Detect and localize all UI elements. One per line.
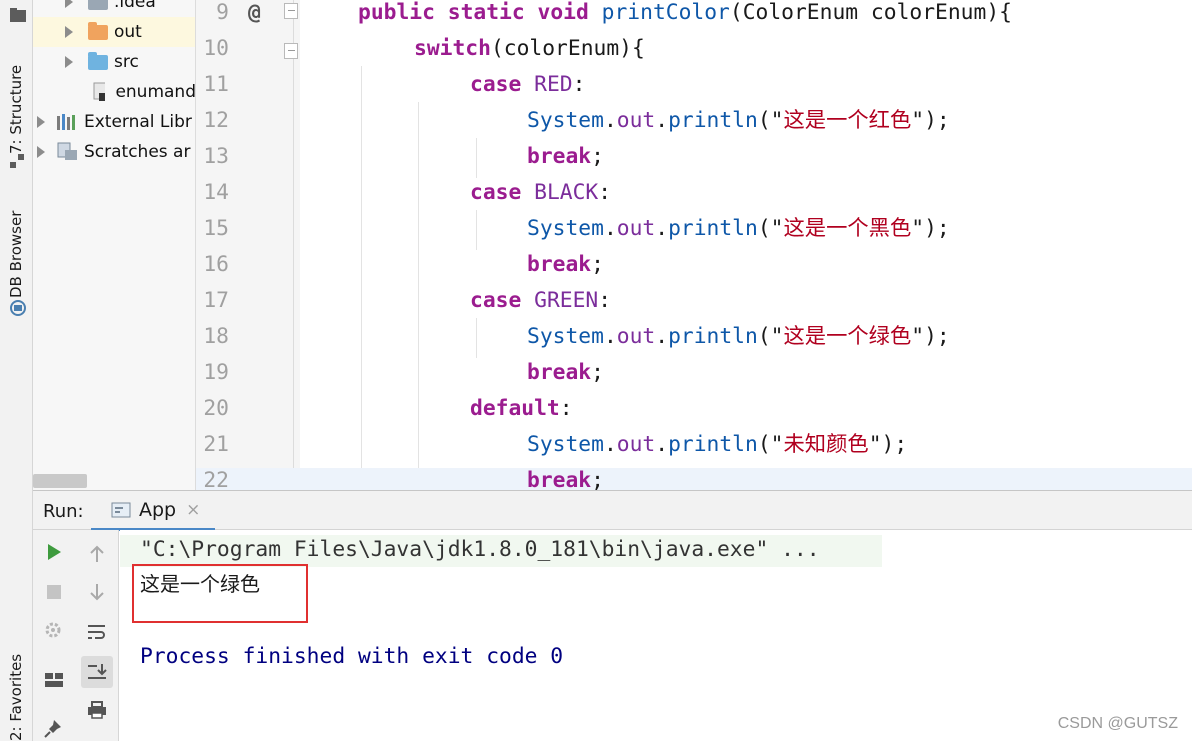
- line-number: 21: [203, 432, 229, 457]
- pin-icon: [44, 720, 61, 738]
- watermark: CSDN @GUTSZ: [1057, 715, 1178, 732]
- layout-button[interactable]: [40, 666, 68, 694]
- line-number: 18: [203, 324, 229, 349]
- arrow-up-icon: [90, 545, 104, 562]
- run-tab-app[interactable]: App ×: [91, 491, 215, 531]
- line-number: 10: [203, 36, 229, 61]
- code-line-current: 22 break;: [196, 468, 1192, 490]
- soft-wrap-icon: [88, 625, 105, 639]
- tree-item-out[interactable]: out: [33, 17, 195, 47]
- library-icon: [57, 114, 75, 130]
- console-command-line: "C:\Program Files\Java\jdk1.8.0_181\bin\…: [120, 535, 882, 567]
- print-icon: [88, 701, 106, 719]
- expand-arrow-icon[interactable]: [37, 116, 45, 128]
- gear-icon: [45, 622, 61, 638]
- line-number: 19: [203, 360, 229, 385]
- override-marker[interactable]: @: [248, 0, 261, 28]
- project-folder-icon[interactable]: [10, 8, 26, 22]
- scroll-to-end-icon: [88, 664, 107, 679]
- code-line: 18 System.out.println("这是一个绿色");: [196, 324, 1192, 360]
- code-line: 17 case GREEN:: [196, 288, 1192, 324]
- fold-marker-icon[interactable]: [284, 43, 298, 59]
- folder-icon: [88, 51, 108, 70]
- debug-settings-button[interactable]: [40, 616, 68, 644]
- line-number: 14: [203, 180, 229, 205]
- fold-marker-icon[interactable]: [284, 3, 298, 19]
- code-line: 10 switch(colorEnum){: [196, 36, 1192, 72]
- tree-item-label: .idea: [114, 0, 156, 12]
- layout-icon: [45, 673, 63, 687]
- line-number: 22: [203, 468, 229, 490]
- line-number: 17: [203, 288, 229, 313]
- structure-icon: [10, 154, 24, 168]
- expand-arrow-icon[interactable]: [65, 0, 73, 8]
- favorites-tab[interactable]: 2: Favorites: [7, 654, 25, 741]
- code-editor[interactable]: 9 @ public static void printColor(ColorE…: [196, 0, 1192, 490]
- code-line: 20 default:: [196, 396, 1192, 432]
- run-label: Run:: [43, 501, 84, 522]
- code-line: 11 case RED:: [196, 72, 1192, 108]
- project-tree-panel: .idea out src enumand External Libr Scra…: [33, 0, 196, 490]
- code-line: 14 case BLACK:: [196, 180, 1192, 216]
- code-line: 19 break;: [196, 360, 1192, 396]
- pin-tab-button[interactable]: [40, 714, 68, 741]
- run-toolbar: [33, 530, 119, 741]
- code-line: 9 @ public static void printColor(ColorE…: [196, 0, 1192, 36]
- expand-arrow-icon[interactable]: [65, 56, 73, 68]
- console-output[interactable]: "C:\Program Files\Java\jdk1.8.0_181\bin\…: [120, 530, 1192, 741]
- line-number: 20: [203, 396, 229, 421]
- code-line: 12 System.out.println("这是一个红色");: [196, 108, 1192, 144]
- run-tool-window-header: Run: App ×: [33, 490, 1192, 531]
- code-line: 21 System.out.println("未知颜色");: [196, 432, 1192, 468]
- console-icon: [111, 502, 131, 517]
- print-button[interactable]: [83, 696, 111, 724]
- tree-item-label: Scratches ar: [84, 142, 191, 162]
- folder-icon: [88, 21, 108, 40]
- line-number: 15: [203, 216, 229, 241]
- arrow-down-icon: [90, 584, 104, 601]
- run-tab-label: App: [139, 498, 177, 521]
- highlight-box: [132, 564, 308, 623]
- tree-item-enumand[interactable]: enumand: [33, 77, 196, 107]
- close-tab-icon[interactable]: ×: [186, 500, 200, 520]
- structure-tab[interactable]: 7: Structure: [7, 58, 25, 154]
- play-icon: [48, 544, 61, 560]
- tree-item-label: enumand: [115, 82, 196, 102]
- code-line: 13 break;: [196, 144, 1192, 180]
- line-number: 12: [203, 108, 229, 133]
- tree-item-label: External Libr: [84, 112, 192, 132]
- scroll-down-button[interactable]: [83, 578, 111, 606]
- line-number: 16: [203, 252, 229, 277]
- db-browser-tab[interactable]: DB Browser: [7, 206, 25, 298]
- tree-item-label: src: [114, 52, 139, 72]
- code-line: 16 break;: [196, 252, 1192, 288]
- db-browser-icon: [10, 300, 26, 316]
- tree-item-external-libraries[interactable]: External Libr: [33, 107, 195, 137]
- process-finished-line: Process finished with exit code 0: [140, 644, 564, 669]
- expand-arrow-icon[interactable]: [65, 26, 73, 38]
- horizontal-scrollbar[interactable]: [33, 474, 87, 488]
- code-line: 15 System.out.println("这是一个黑色");: [196, 216, 1192, 252]
- file-icon: [93, 82, 106, 101]
- folder-icon: [88, 0, 108, 10]
- scratches-icon: [57, 142, 77, 160]
- tree-item-scratches[interactable]: Scratches ar: [33, 137, 195, 167]
- expand-arrow-icon[interactable]: [37, 146, 45, 158]
- line-number: 9: [216, 0, 229, 25]
- tree-item-idea[interactable]: .idea: [33, 0, 195, 17]
- left-tool-strip: 7: Structure DB Browser 2: Favorites: [0, 0, 33, 741]
- scroll-to-end-button[interactable]: [81, 656, 113, 688]
- tree-item-label: out: [114, 22, 142, 42]
- scroll-up-button[interactable]: [83, 540, 111, 568]
- soft-wrap-button[interactable]: [83, 618, 111, 646]
- stop-button[interactable]: [40, 578, 68, 606]
- line-number: 13: [203, 144, 229, 169]
- rerun-button[interactable]: [40, 538, 68, 566]
- tree-item-src[interactable]: src: [33, 47, 195, 77]
- line-number: 11: [203, 72, 229, 97]
- stop-icon: [47, 585, 61, 599]
